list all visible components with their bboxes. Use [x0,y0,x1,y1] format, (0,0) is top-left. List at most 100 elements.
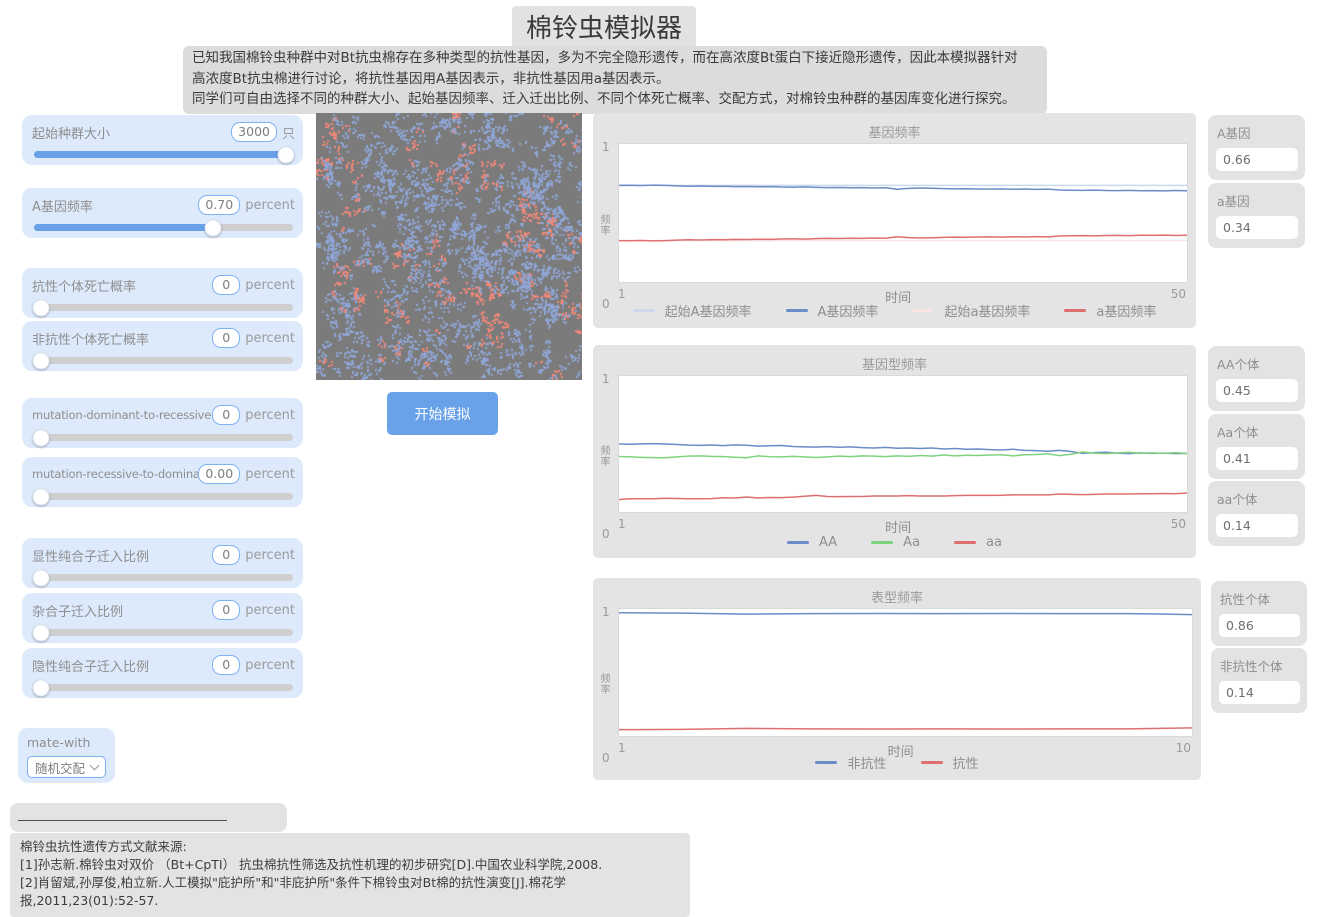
slider-track[interactable] [34,493,293,500]
slider-value[interactable]: 0 [212,405,240,425]
slider-unit: percent [245,408,295,423]
slider-thumb[interactable] [33,569,50,586]
description-line: 同学们可自由选择不同的种群大小、起始基因频率、迁入迁出比例、不同个体死亡概率、交… [192,89,1038,110]
slider-track[interactable] [34,574,293,581]
start-simulation-button[interactable]: 开始模拟 [387,392,498,435]
slider-unit: percent [245,603,295,618]
slider-nonresistant-death-rate[interactable]: 非抗性个体死亡概率 0 percent [22,321,303,371]
monitor-label: 抗性个体 [1220,589,1299,608]
slider-track[interactable] [34,629,293,636]
x-tick: 50 [1171,517,1186,536]
chart-title: 基因频率 [593,113,1196,141]
y-tick: 1 [602,372,610,386]
plot-area [618,375,1188,513]
legend-swatch [787,541,809,544]
slider-thumb[interactable] [33,352,50,369]
slider-label: A基因频率 [32,196,198,215]
slider-thumb[interactable] [204,219,221,236]
slider-label: 起始种群大小 [32,123,231,142]
y-tick: 1 [602,140,610,154]
slider-label: 抗性个体死亡概率 [32,276,212,295]
slider-a-gene-frequency[interactable]: A基因频率 0.70 percent [22,188,303,238]
slider-track[interactable] [34,151,293,158]
chart-legend: 起始A基因频率 A基因频率 起始a基因频率 a基因频率 [593,301,1196,320]
monitor-value: 0.45 [1216,379,1298,402]
slider-label: 显性纯合子迁入比例 [32,546,212,565]
chart-title: 表型频率 [593,578,1201,606]
monitor-A-gene: A基因 0.66 [1208,115,1305,180]
legend-label: aa [986,535,1002,550]
page-title: 棉铃虫模拟器 [512,6,696,51]
chart-legend: 非抗性 抗性 [593,753,1201,772]
slider-thumb[interactable] [33,624,50,641]
slider-track[interactable] [34,357,293,364]
slider-thumb[interactable] [278,146,295,163]
slider-unit: 只 [282,123,295,142]
slider-dominant-homozygote-immigration[interactable]: 显性纯合子迁入比例 0 percent [22,538,303,588]
slider-track[interactable] [34,434,293,441]
slider-label: 非抗性个体死亡概率 [32,329,212,348]
slider-value[interactable]: 0.00 [198,464,240,484]
slider-recessive-homozygote-immigration[interactable]: 隐性纯合子迁入比例 0 percent [22,648,303,698]
chart-title: 基因型频率 [593,345,1196,373]
monitor-value: 0.14 [1219,681,1300,704]
mate-with-select[interactable]: 随机交配 [27,756,106,778]
monitor-value: 0.34 [1216,216,1298,239]
slider-unit: percent [245,278,295,293]
slider-unit: percent [245,548,295,563]
monitor-label: AA个体 [1217,354,1297,373]
slider-thumb[interactable] [33,679,50,696]
monitor-value: 0.66 [1216,148,1298,171]
slider-heterozygote-immigration[interactable]: 杂合子迁入比例 0 percent [22,593,303,643]
legend-swatch [633,309,655,312]
x-tick: 1 [618,517,626,536]
y-axis-label: 频率 [596,214,611,236]
slider-mutation-recessive-to-dominant[interactable]: mutation-recessive-to-dominant 0.00 perc… [22,457,303,507]
slider-value[interactable]: 0 [212,545,240,565]
monitor-Aa-individuals: Aa个体 0.41 [1208,414,1305,479]
phenotype-frequency-chart: 表型频率 1 0 频率 1 时间 10 非抗性 抗性 [593,578,1201,780]
slider-resistant-death-rate[interactable]: 抗性个体死亡概率 0 percent [22,268,303,318]
legend-label: a基因频率 [1096,301,1156,320]
monitor-AA-individuals: AA个体 0.45 [1208,346,1305,411]
slider-track[interactable] [34,304,293,311]
slider-thumb[interactable] [33,299,50,316]
slider-unit: percent [245,331,295,346]
monitor-value: 0.14 [1216,514,1298,537]
monitor-value: 0.86 [1219,614,1300,637]
slider-mutation-dominant-to-recessive[interactable]: mutation-dominant-to-recessive 0 percent [22,398,303,448]
slider-value[interactable]: 0 [212,655,240,675]
chevron-down-icon [90,761,100,771]
plot-area [618,143,1188,283]
chooser-label: mate-with [27,735,106,750]
monitor-aa-individuals: aa个体 0.14 [1208,481,1305,546]
slider-label: 隐性纯合子迁入比例 [32,656,212,675]
monitor-label: 非抗性个体 [1220,656,1299,675]
note-line [18,820,227,821]
slider-unit: percent [245,198,295,213]
slider-value[interactable]: 3000 [231,122,277,142]
description-note: 已知我国棉铃虫种群中对Bt抗虫棉存在多种类型的抗性基因，多为不完全隐形遗传，而在… [183,46,1047,114]
monitor-a-gene: a基因 0.34 [1208,183,1305,248]
slider-value[interactable]: 0 [212,600,240,620]
monitor-resistant-individuals: 抗性个体 0.86 [1211,581,1307,646]
slider-track[interactable] [34,224,293,231]
slider-track[interactable] [34,684,293,691]
y-axis-label: 频率 [596,673,611,695]
gene-frequency-chart: 基因频率 1 0 频率 1 时间 50 起始A基因频率 A基因频率 起始a基因频… [593,113,1196,328]
slider-label: mutation-dominant-to-recessive [32,408,212,422]
slider-thumb[interactable] [33,488,50,505]
slider-thumb[interactable] [33,429,50,446]
references-line: 棉铃虫抗性遗传方式文献来源: [20,838,680,856]
slider-unit: percent [245,658,295,673]
chart-legend: AA Aa aa [593,535,1196,550]
legend-swatch [912,309,934,312]
monitor-label: A基因 [1217,123,1297,142]
slider-label: mutation-recessive-to-dominant [32,467,198,481]
slider-value[interactable]: 0.70 [198,195,240,215]
slider-value[interactable]: 0 [212,275,240,295]
monitor-label: Aa个体 [1217,422,1297,441]
legend-label: 抗性 [953,753,979,772]
slider-value[interactable]: 0 [212,328,240,348]
slider-initial-population[interactable]: 起始种群大小 3000 只 [22,115,303,165]
